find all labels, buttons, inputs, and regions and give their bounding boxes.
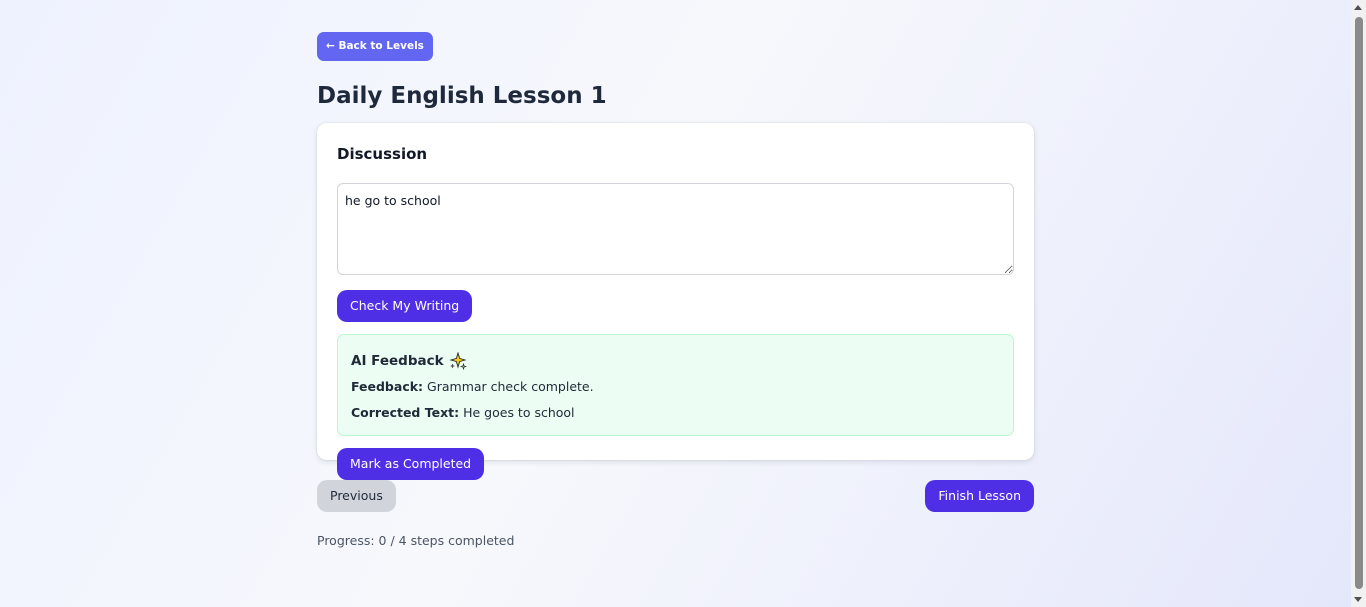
finish-lesson-button[interactable]: Finish Lesson	[925, 480, 1034, 512]
corrected-text-line: Corrected Text: He goes to school	[351, 404, 1000, 422]
sparkle-icon	[448, 351, 467, 371]
discussion-card: Discussion Check My Writing AI Feedback …	[317, 123, 1034, 480]
previous-button[interactable]: Previous	[317, 480, 396, 512]
card-title: Discussion	[337, 145, 428, 163]
feedback-title-text: AI Feedback	[351, 353, 444, 369]
check-writing-button[interactable]: Check My Writing	[337, 290, 473, 322]
mark-completed-button[interactable]: Mark as Completed	[337, 448, 485, 480]
lesson-navigation: Previous Finish Lesson	[317, 480, 1034, 512]
page-scrollbar[interactable]	[1351, 0, 1366, 607]
back-to-levels-button[interactable]: ← Back to Levels	[317, 32, 433, 61]
page-title: Daily English Lesson 1	[317, 83, 607, 109]
corrected-text-label: Corrected Text:	[351, 405, 460, 420]
feedback-label: Feedback:	[351, 379, 424, 394]
ai-feedback-panel: AI Feedback Feedback: Grammar check comp…	[337, 334, 1014, 436]
scroll-thumb[interactable]	[1355, 17, 1363, 589]
lesson-container: ← Back to Levels Daily English Lesson 1 …	[317, 32, 1034, 550]
writing-textarea[interactable]	[337, 183, 1014, 275]
feedback-line: Feedback: Grammar check complete.	[351, 378, 1000, 396]
scroll-down-icon[interactable]	[1354, 597, 1362, 602]
feedback-text: Grammar check complete.	[427, 379, 594, 394]
corrected-text-value: He goes to school	[463, 405, 575, 420]
scroll-up-icon[interactable]	[1354, 5, 1362, 10]
feedback-title: AI Feedback	[351, 351, 1000, 371]
progress-text: Progress: 0 / 4 steps completed	[317, 533, 515, 548]
